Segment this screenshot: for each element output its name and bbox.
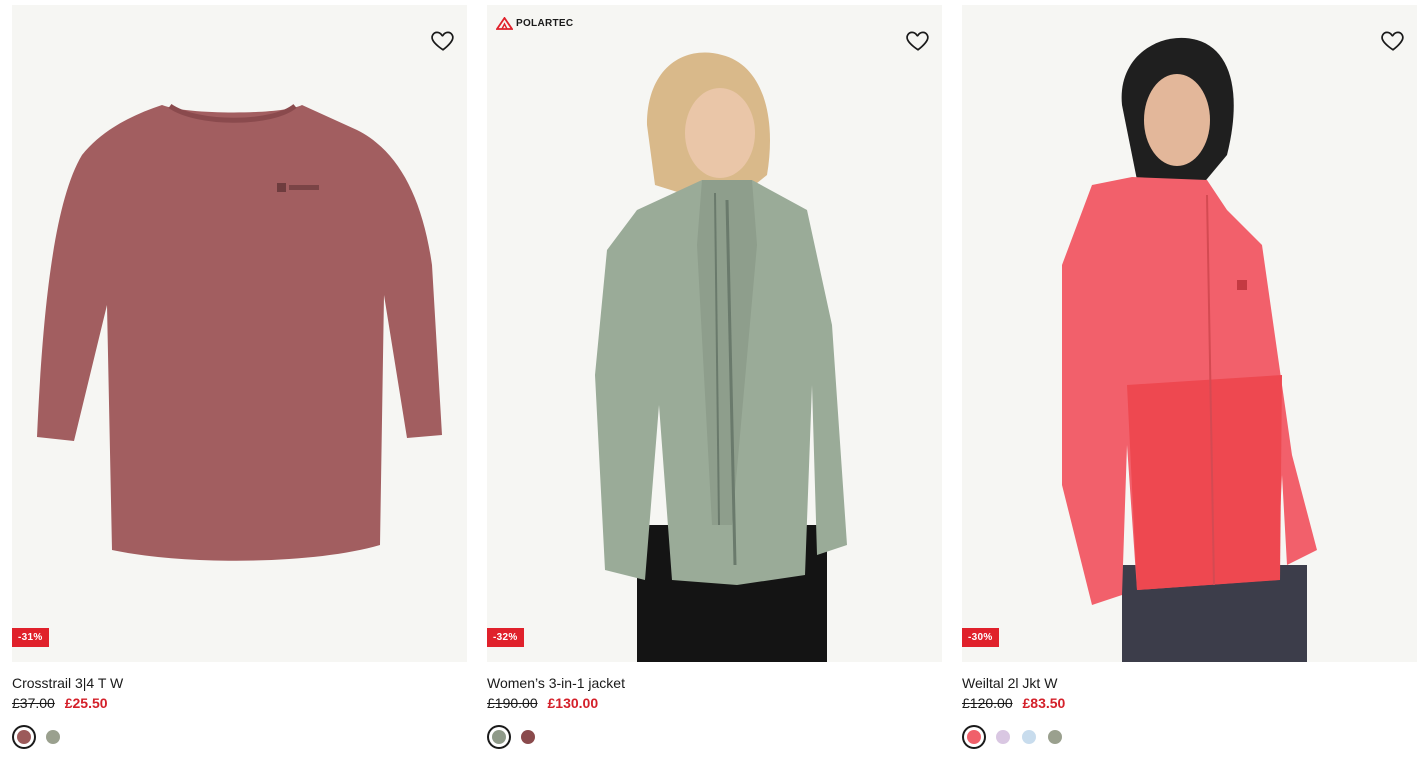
discount-badge: -31% xyxy=(12,628,49,647)
polartec-logo-icon xyxy=(496,17,513,30)
original-price: £190.00 xyxy=(487,695,538,711)
color-swatch[interactable] xyxy=(1022,730,1036,744)
discount-badge: -30% xyxy=(962,628,999,647)
original-price: £37.00 xyxy=(12,695,55,711)
product-card[interactable]: -31% Crosstrail 3|4 T W £37.00 £25.50 xyxy=(12,5,467,749)
wishlist-button[interactable] xyxy=(905,27,931,53)
product-name[interactable]: Crosstrail 3|4 T W xyxy=(12,674,467,692)
product-image-tshirt[interactable] xyxy=(12,5,467,662)
color-swatch[interactable] xyxy=(521,730,535,744)
price-row: £120.00 £83.50 xyxy=(962,694,1417,712)
wishlist-button[interactable] xyxy=(430,27,456,53)
color-swatch[interactable] xyxy=(967,730,981,744)
discount-badge: -32% xyxy=(487,628,524,647)
color-swatches xyxy=(487,725,942,749)
brand-badge: POLARTEC xyxy=(496,17,573,30)
wishlist-button[interactable] xyxy=(1380,27,1406,53)
sale-price: £83.50 xyxy=(1022,695,1066,711)
original-price: £120.00 xyxy=(962,695,1013,711)
product-image-area[interactable]: -31% xyxy=(12,5,467,662)
heart-outline-icon xyxy=(431,31,454,51)
color-swatch[interactable] xyxy=(17,730,31,744)
color-swatch[interactable] xyxy=(1048,730,1062,744)
price-row: £190.00 £130.00 xyxy=(487,694,942,712)
product-name[interactable]: Weiltal 2l Jkt W xyxy=(962,674,1417,692)
product-image-coral-jacket[interactable] xyxy=(962,5,1417,662)
color-swatches xyxy=(962,725,1417,749)
product-card[interactable]: POLARTEC -32% Women’s 3-in-1 jacket £190… xyxy=(487,5,942,749)
sale-price: £25.50 xyxy=(64,695,108,711)
color-swatches xyxy=(12,725,467,749)
product-card[interactable]: -30% Weiltal 2l Jkt W £120.00 £83.50 xyxy=(962,5,1417,749)
color-swatch[interactable] xyxy=(46,730,60,744)
brand-badge-label: POLARTEC xyxy=(516,18,574,29)
product-name[interactable]: Women’s 3-in-1 jacket xyxy=(487,674,942,692)
price-row: £37.00 £25.50 xyxy=(12,694,467,712)
color-swatch[interactable] xyxy=(996,730,1010,744)
color-swatch[interactable] xyxy=(492,730,506,744)
product-grid: -31% Crosstrail 3|4 T W £37.00 £25.50 PO… xyxy=(0,0,1425,775)
sale-price: £130.00 xyxy=(547,695,599,711)
product-image-area[interactable]: POLARTEC -32% xyxy=(487,5,942,662)
product-image-green-jacket[interactable] xyxy=(487,5,942,662)
heart-outline-icon xyxy=(906,31,929,51)
heart-outline-icon xyxy=(1381,31,1404,51)
product-image-area[interactable]: -30% xyxy=(962,5,1417,662)
